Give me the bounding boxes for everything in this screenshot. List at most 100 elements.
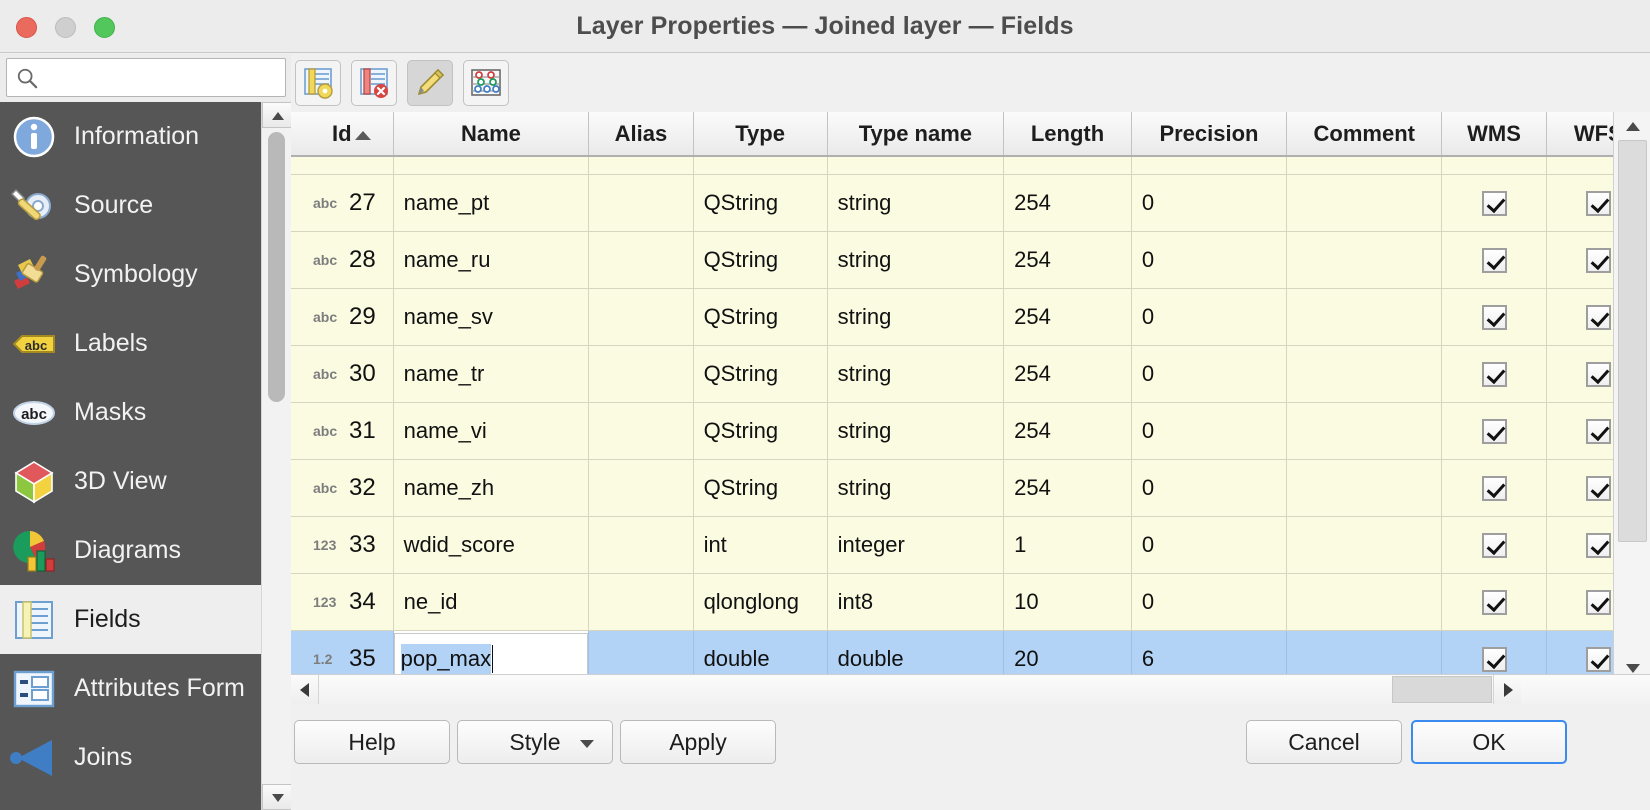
field-name-cell[interactable]: name_ru: [393, 231, 589, 288]
wms-checkbox[interactable]: [1482, 476, 1507, 501]
field-comment-cell[interactable]: [1287, 459, 1442, 516]
table-row[interactable]: abc27name_ptQStringstring2540: [291, 174, 1613, 231]
table-scroll-up-button[interactable]: [1614, 112, 1650, 140]
column-header-wfs[interactable]: WFS: [1546, 112, 1613, 156]
table-vertical-scrollbar[interactable]: [1613, 112, 1650, 682]
field-precision-cell[interactable]: 0: [1131, 288, 1286, 345]
field-id-cell[interactable]: 12334: [291, 573, 393, 630]
sidebar-item-3d-view[interactable]: 3D View: [0, 447, 261, 516]
wms-checkbox-cell[interactable]: [1442, 231, 1546, 288]
field-id-cell[interactable]: abc31: [291, 402, 393, 459]
field-length-cell[interactable]: 254: [1004, 402, 1132, 459]
wms-checkbox-cell[interactable]: [1442, 174, 1546, 231]
wfs-checkbox[interactable]: [1586, 305, 1611, 330]
wfs-checkbox[interactable]: [1586, 476, 1611, 501]
field-name-cell[interactable]: name_tr: [393, 345, 589, 402]
field-length-cell[interactable]: 254: [1004, 231, 1132, 288]
wms-checkbox-cell[interactable]: [1442, 288, 1546, 345]
field-precision-cell[interactable]: 0: [1131, 516, 1286, 573]
wms-checkbox-cell[interactable]: [1442, 459, 1546, 516]
wfs-checkbox-cell[interactable]: [1546, 402, 1613, 459]
style-button[interactable]: Style: [457, 720, 613, 764]
table-row[interactable]: abc28name_ruQStringstring2540: [291, 231, 1613, 288]
wms-checkbox[interactable]: [1482, 419, 1507, 444]
field-comment-cell[interactable]: [1287, 516, 1442, 573]
field-alias-cell[interactable]: [589, 402, 693, 459]
wms-checkbox-cell[interactable]: [1442, 402, 1546, 459]
wfs-checkbox-cell[interactable]: [1546, 459, 1613, 516]
field-name-cell[interactable]: name_zh: [393, 459, 589, 516]
table-row[interactable]: 12334ne_idqlonglongint8100: [291, 573, 1613, 630]
field-length-cell[interactable]: 10: [1004, 573, 1132, 630]
table-row[interactable]: abc32name_zhQStringstring2540: [291, 459, 1613, 516]
wfs-checkbox[interactable]: [1586, 590, 1611, 615]
wfs-checkbox-cell[interactable]: [1546, 516, 1613, 573]
sidebar-item-symbology[interactable]: Symbology: [0, 240, 261, 309]
search-input[interactable]: [6, 58, 286, 97]
field-length-cell[interactable]: 1: [1004, 516, 1132, 573]
field-alias-cell[interactable]: [589, 174, 693, 231]
field-alias-cell[interactable]: [589, 288, 693, 345]
field-precision-cell[interactable]: 0: [1131, 402, 1286, 459]
apply-button[interactable]: Apply: [620, 720, 776, 764]
field-precision-cell[interactable]: 0: [1131, 459, 1286, 516]
table-horizontal-scrollbar-thumb[interactable]: [1392, 676, 1492, 703]
wms-checkbox[interactable]: [1482, 362, 1507, 387]
sidebar-item-attributes-form[interactable]: Attributes Form: [0, 654, 261, 723]
field-id-cell[interactable]: 12333: [291, 516, 393, 573]
field-alias-cell[interactable]: [589, 573, 693, 630]
field-precision-cell[interactable]: 0: [1131, 573, 1286, 630]
field-comment-cell[interactable]: [1287, 345, 1442, 402]
sidebar-item-diagrams[interactable]: Diagrams: [0, 516, 261, 585]
field-id-cell[interactable]: abc27: [291, 174, 393, 231]
field-precision-cell[interactable]: 0: [1131, 231, 1286, 288]
wms-checkbox[interactable]: [1482, 590, 1507, 615]
field-comment-cell[interactable]: [1287, 573, 1442, 630]
field-name-cell[interactable]: name_pt: [393, 174, 589, 231]
wms-checkbox[interactable]: [1482, 191, 1507, 216]
table-vertical-scrollbar-thumb[interactable]: [1618, 140, 1647, 542]
wfs-checkbox-cell[interactable]: [1546, 573, 1613, 630]
field-length-cell[interactable]: 254: [1004, 288, 1132, 345]
wms-checkbox[interactable]: [1482, 647, 1507, 672]
ok-button[interactable]: OK: [1411, 720, 1567, 764]
field-id-cell[interactable]: abc29: [291, 288, 393, 345]
column-header-length[interactable]: Length: [1004, 112, 1132, 156]
toggle-editing-button[interactable]: [407, 60, 453, 106]
sidebar-item-joins[interactable]: Joins: [0, 723, 261, 792]
sidebar-item-labels[interactable]: abc Labels: [0, 309, 261, 378]
wfs-checkbox[interactable]: [1586, 362, 1611, 387]
field-name-cell[interactable]: name_sv: [393, 288, 589, 345]
column-header-name[interactable]: Name: [393, 112, 589, 156]
cancel-button[interactable]: Cancel: [1246, 720, 1402, 764]
sidebar-scroll-down-button[interactable]: [262, 784, 292, 810]
sidebar-item-information[interactable]: Information: [0, 102, 261, 171]
wfs-checkbox-cell[interactable]: [1546, 174, 1613, 231]
column-header-alias[interactable]: Alias: [589, 112, 693, 156]
column-header-comment[interactable]: Comment: [1287, 112, 1442, 156]
delete-field-button[interactable]: [351, 60, 397, 106]
wfs-checkbox-cell[interactable]: [1546, 231, 1613, 288]
field-id-cell[interactable]: abc32: [291, 459, 393, 516]
table-row[interactable]: abc31name_viQStringstring2540: [291, 402, 1613, 459]
help-button[interactable]: Help: [294, 720, 450, 764]
sidebar-scrollbar[interactable]: [261, 102, 291, 810]
table-row[interactable]: abc30name_trQStringstring2540: [291, 345, 1613, 402]
table-row[interactable]: 12333wdid_scoreintinteger10: [291, 516, 1613, 573]
new-field-button[interactable]: [295, 60, 341, 106]
wms-checkbox-cell[interactable]: [1442, 345, 1546, 402]
field-alias-cell[interactable]: [589, 516, 693, 573]
sidebar-scrollbar-thumb[interactable]: [268, 132, 285, 402]
field-name-cell[interactable]: name_vi: [393, 402, 589, 459]
table-scroll-left-button[interactable]: [291, 675, 319, 704]
field-length-cell[interactable]: 254: [1004, 345, 1132, 402]
field-precision-cell[interactable]: 0: [1131, 174, 1286, 231]
wms-checkbox[interactable]: [1482, 305, 1507, 330]
wfs-checkbox[interactable]: [1586, 533, 1611, 558]
field-id-cell[interactable]: abc28: [291, 231, 393, 288]
field-name-cell[interactable]: wdid_score: [393, 516, 589, 573]
wfs-checkbox[interactable]: [1586, 191, 1611, 216]
field-comment-cell[interactable]: [1287, 288, 1442, 345]
field-comment-cell[interactable]: [1287, 402, 1442, 459]
sidebar[interactable]: Information Source Symbology: [0, 102, 261, 810]
